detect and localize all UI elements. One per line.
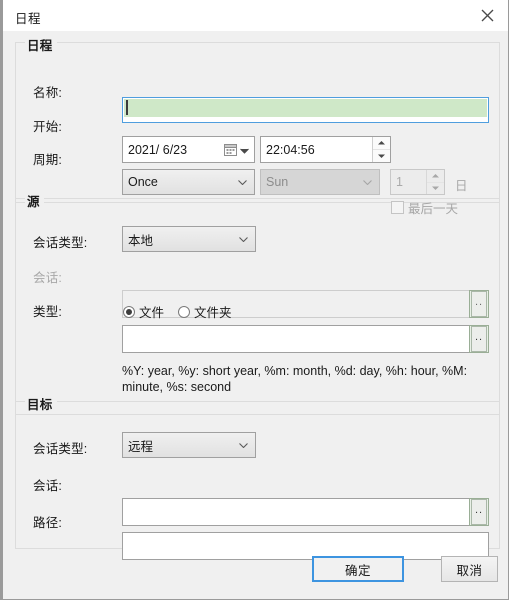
radio-file[interactable]: 文件 [123, 302, 164, 321]
day-count-value: 1 [396, 175, 403, 189]
format-help-text: %Y: year, %y: short year, %m: month, %d:… [122, 364, 468, 394]
caret-up-icon [432, 173, 439, 178]
time-spinner-up[interactable] [373, 137, 390, 150]
period-select[interactable]: Once [122, 169, 255, 195]
time-spinner-down[interactable] [373, 150, 390, 162]
start-label: 开始: [33, 120, 63, 134]
source-session-label: 会话: [33, 271, 63, 285]
name-input-fill [124, 99, 487, 117]
source-type-label: 类型: [33, 305, 63, 319]
caret-down-icon [432, 186, 439, 191]
target-session-type-value: 远程 [128, 439, 154, 454]
target-session-browse-label: .. [471, 499, 487, 525]
radio-dot [123, 305, 135, 318]
radio-dot [178, 305, 190, 318]
day-count-spin-buttons [426, 170, 444, 194]
target-path-input[interactable] [122, 532, 489, 560]
source-path-input[interactable] [122, 325, 470, 353]
ok-button[interactable]: 确定 [312, 556, 404, 582]
chevron-down-icon [238, 180, 247, 185]
target-session-label: 会话: [33, 479, 63, 493]
source-session-type-label: 会话类型: [33, 236, 88, 250]
source-path-browse-button[interactable]: .. [469, 325, 489, 353]
radio-file-label: 文件 [139, 306, 165, 320]
target-path-label: 路径: [33, 516, 63, 530]
chevron-down-icon [363, 180, 372, 185]
name-input[interactable] [122, 97, 489, 123]
target-group: 目标 [15, 394, 500, 549]
start-date-input[interactable]: 2021/ 6/23 [122, 136, 255, 163]
text-caret [126, 100, 128, 115]
calendar-icon[interactable] [224, 143, 237, 156]
caret-up-icon [378, 141, 385, 145]
cancel-button[interactable]: 取消 [441, 556, 498, 582]
start-time-input[interactable]: 22:04:56 [260, 136, 391, 163]
target-session-input[interactable] [122, 498, 470, 526]
close-button[interactable] [466, 0, 508, 31]
source-group-title: 源 [25, 191, 44, 210]
caret-down-icon [378, 154, 385, 158]
target-group-title: 目标 [25, 394, 57, 413]
period-label: 周期: [33, 153, 63, 167]
source-session-browse-label: .. [471, 291, 487, 317]
title-bar: 日程 [3, 0, 508, 32]
day-count-spinner-down [427, 183, 444, 195]
schedule-group-title: 日程 [25, 35, 57, 54]
dialog-body: 日程 名称: 开始: 2021/ 6/23 22:04:56 周期: Once … [3, 31, 508, 599]
source-path-browse-label: .. [471, 326, 487, 352]
source-session-input [122, 290, 470, 318]
weekday-select-value: Sun [266, 175, 289, 189]
schedule-dialog-window: 日程 日程 名称: 开始: 2021/ 6/23 22:04:56 周期: On… [0, 0, 509, 600]
radio-folder[interactable]: 文件夹 [178, 302, 232, 321]
weekday-select: Sun [260, 169, 380, 195]
close-icon [481, 9, 493, 22]
day-count-spinner: 1 [390, 169, 445, 195]
start-date-value: 2021/ 6/23 [128, 142, 188, 157]
window-title: 日程 [15, 12, 42, 26]
target-session-browse-button[interactable]: .. [469, 498, 489, 526]
period-select-value: Once [128, 175, 158, 189]
source-session-type-select[interactable]: 本地 [122, 226, 256, 252]
chevron-down-icon [239, 237, 248, 242]
start-time-value: 22:04:56 [266, 142, 315, 157]
target-session-type-select[interactable]: 远程 [122, 432, 256, 458]
time-spinner[interactable] [372, 137, 390, 162]
day-count-spinner-up [427, 170, 444, 183]
radio-folder-label: 文件夹 [194, 306, 232, 320]
chevron-down-icon [239, 443, 248, 448]
cancel-button-label: 取消 [456, 563, 483, 578]
day-unit-label: 日 [455, 179, 468, 193]
target-session-type-label: 会话类型: [33, 442, 88, 456]
source-session-type-value: 本地 [128, 233, 154, 248]
source-session-browse-button: .. [469, 290, 489, 318]
chevron-down-icon[interactable] [240, 148, 249, 154]
name-label: 名称: [33, 86, 63, 100]
ok-button-label: 确定 [344, 563, 371, 578]
